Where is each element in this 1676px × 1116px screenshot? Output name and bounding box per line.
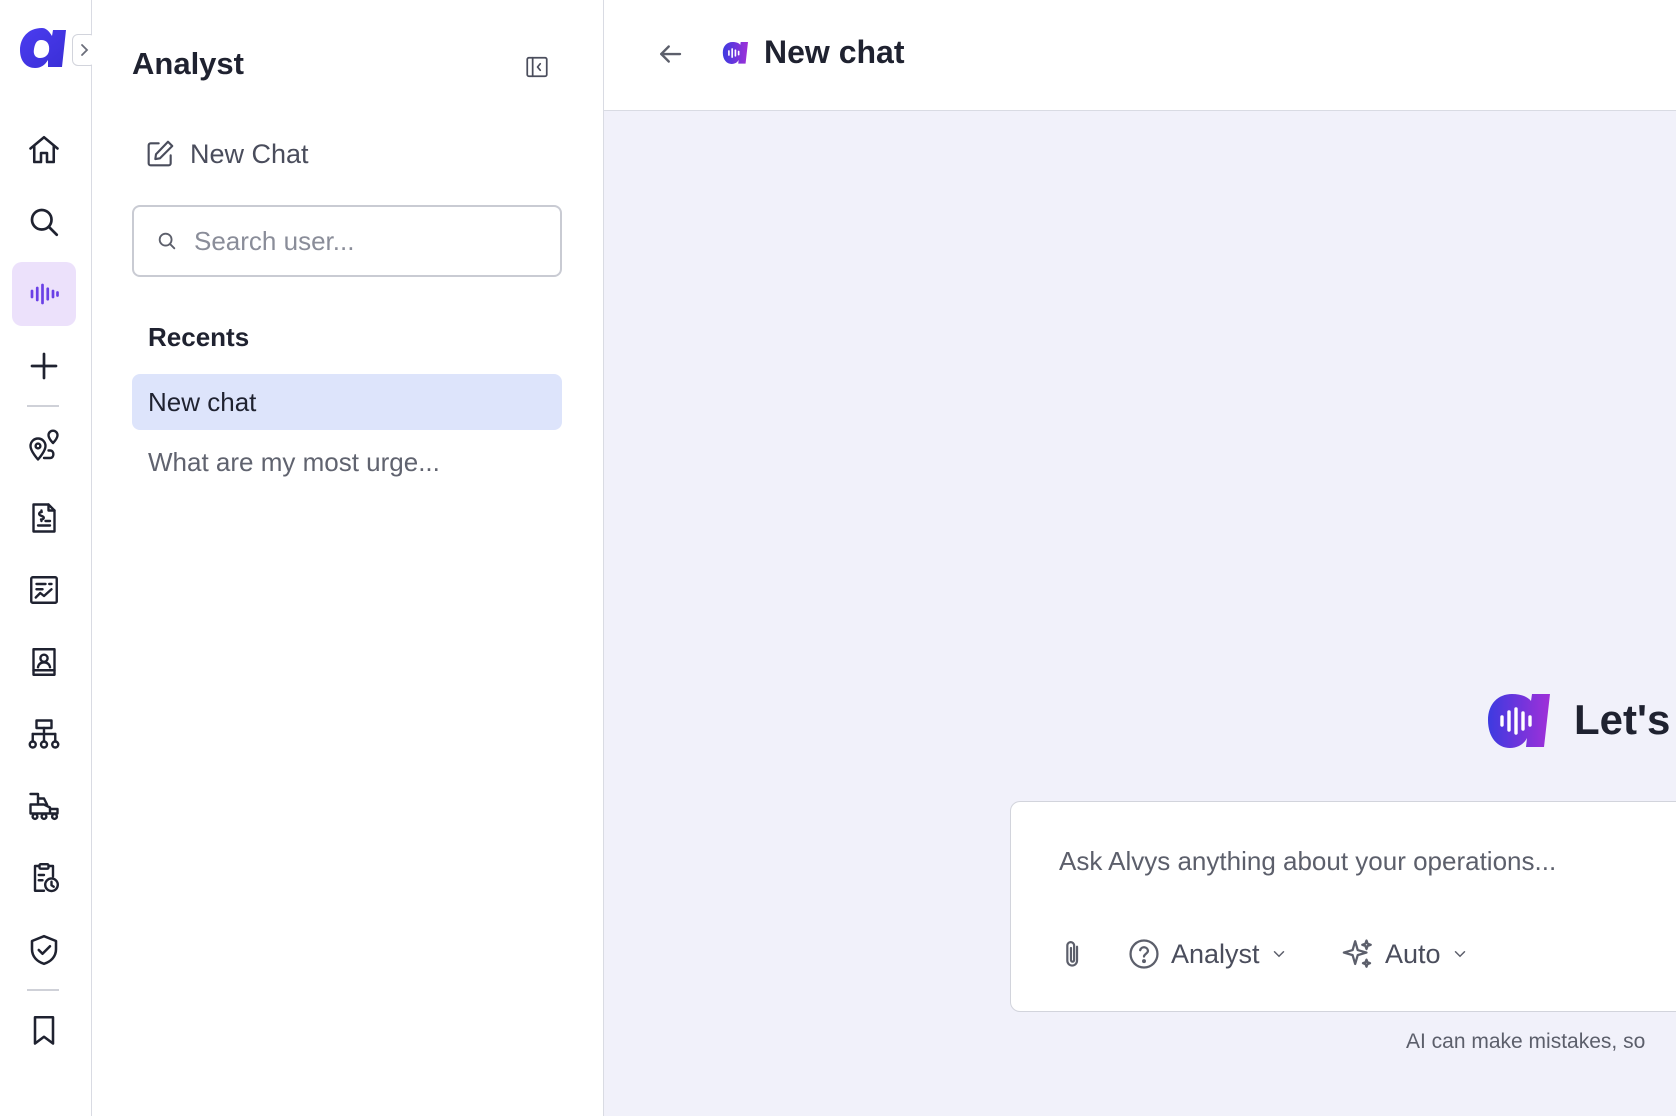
panel-title: Analyst [132,46,244,81]
collapse-panel-button[interactable] [520,50,554,84]
rail-item-bookmarks[interactable] [12,998,76,1062]
route-pin-icon [29,429,59,461]
sparkles-icon [1342,939,1372,968]
search-box [132,205,562,277]
alvys-ai-hero-logo [1488,694,1550,748]
chat-header: New chat [604,0,1676,111]
new-chat-label: New Chat [190,138,309,169]
rail-divider [27,989,59,991]
chevron-right-icon [81,44,89,56]
recent-chat-item[interactable]: New chat [132,374,562,430]
chevron-down-icon [1273,951,1284,958]
rail-item-hierarchy[interactable] [12,702,76,766]
collapse-panel-icon [526,56,548,78]
edit-icon [147,140,174,167]
analyst-waveform-icon [30,283,59,305]
rail-item-fleet[interactable] [12,774,76,838]
paperclip-icon [1066,941,1079,967]
ai-disclaimer: AI can make mistakes, so [1406,1030,1646,1053]
clipboard-clock-icon [33,862,59,893]
shield-check-icon [30,934,58,966]
mode-selector[interactable]: Analyst [1127,932,1288,976]
rail-item-analyst[interactable] [12,262,76,326]
help-circle-icon [1129,939,1159,969]
back-button[interactable] [650,34,690,74]
truck-trailer-icon [29,792,59,821]
chat-title: New chat [764,34,905,70]
welcome-heading: Let's [1574,696,1671,743]
search-input[interactable] [194,225,534,257]
rail-item-routes[interactable] [12,414,76,478]
recent-chat-item[interactable]: What are my most urge... [132,434,562,490]
search-icon [158,232,176,250]
mode-label: Analyst [1171,938,1260,969]
rail-item-home[interactable] [12,118,76,182]
left-rail [0,0,96,1116]
rail-item-search[interactable] [12,190,76,254]
model-selector[interactable]: Auto [1341,932,1469,976]
chat-main: New chat Let's Ask Alvys anything about … [604,0,1676,1116]
alvys-ai-logo [722,42,748,64]
contact-book-icon [32,648,56,676]
plus-icon [30,352,58,380]
alvys-logo[interactable] [18,22,68,74]
rail-item-invoices[interactable] [12,486,76,550]
rail-item-schedule[interactable] [12,846,76,910]
attach-button[interactable] [1059,932,1089,976]
rail-item-compliance[interactable] [12,918,76,982]
model-label: Auto [1385,938,1441,969]
recents-heading: Recents [148,322,250,352]
analyst-panel: Analyst New Chat Recents New chat What a… [92,0,604,1116]
chat-input[interactable]: Ask Alvys anything about your operations… [1059,846,1556,877]
search-icon [30,208,59,237]
hierarchy-icon [28,719,60,749]
arrow-left-icon [660,45,682,63]
rail-item-add[interactable] [12,334,76,398]
chevron-down-icon [1454,951,1465,958]
home-icon [29,135,59,164]
rail-item-reports[interactable] [12,558,76,622]
invoice-dollar-icon [32,503,56,533]
rail-divider [27,405,59,407]
new-chat-button[interactable]: New Chat [144,132,309,176]
report-chart-icon [30,576,58,604]
bookmark-icon [33,1015,55,1045]
chat-composer: Ask Alvys anything about your operations… [1010,801,1676,1012]
rail-item-contacts[interactable] [12,630,76,694]
